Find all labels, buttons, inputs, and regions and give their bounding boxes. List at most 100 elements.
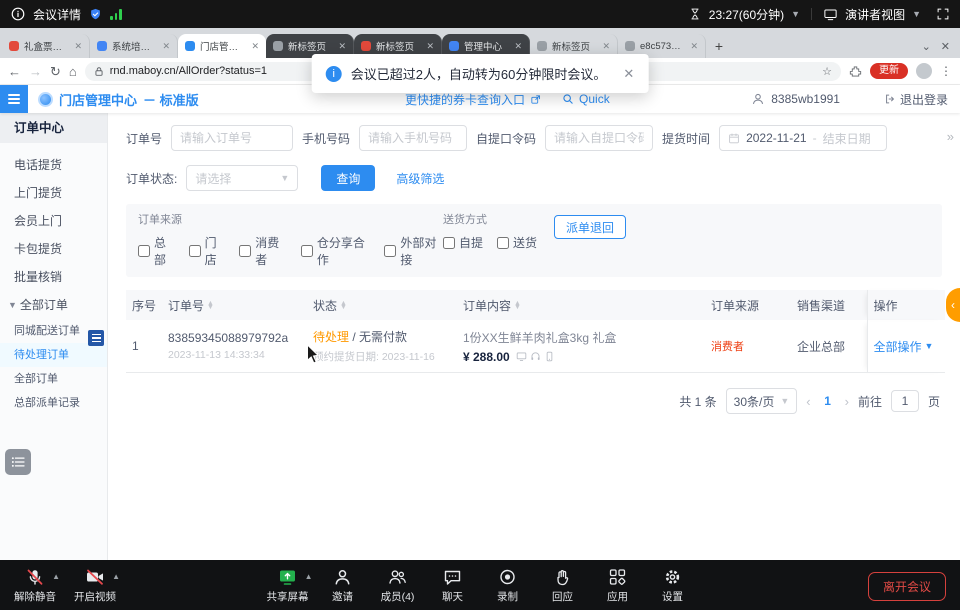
phone-input[interactable] <box>359 125 467 151</box>
view-mode-icon <box>823 7 838 22</box>
extensions-icon[interactable] <box>849 65 862 78</box>
search-button[interactable]: 查询 <box>321 165 375 191</box>
all-actions-dropdown[interactable]: 全部操作▼ <box>874 338 940 355</box>
advanced-filter-link[interactable]: 高级筛选 <box>396 170 444 187</box>
forward-icon[interactable]: → <box>29 65 42 78</box>
checkbox-delivery-deliver[interactable]: 送货 <box>497 234 537 251</box>
start-video-button[interactable]: 开启视频 ▲ <box>70 565 120 604</box>
username[interactable]: 8385wb1991 <box>771 92 840 106</box>
checkbox-source-hq[interactable]: 总部 <box>138 234 175 268</box>
sidebar-item-door-pickup[interactable]: 上门提货 <box>0 179 107 207</box>
browser-profile-avatar[interactable] <box>916 63 932 79</box>
logout-button[interactable]: 退出登录 <box>884 91 948 108</box>
checkbox-source-consumer[interactable]: 消费者 <box>239 234 287 268</box>
sidebar-sub-pending-orders[interactable]: 待处理订单 <box>0 343 107 367</box>
browser-tab[interactable]: 礼盒票券平台管理中心✕ <box>2 34 90 58</box>
share-options-caret-icon[interactable]: ▲ <box>305 572 313 581</box>
date-range-input[interactable]: 2022-11-21 - 结束日期 <box>719 125 887 151</box>
quick-search-link[interactable]: Quick <box>579 92 610 106</box>
col-action: 操作 <box>867 290 945 320</box>
meeting-info-icon[interactable] <box>10 6 26 22</box>
next-page-icon[interactable]: › <box>845 394 849 409</box>
timer-caret-icon[interactable]: ▼ <box>791 9 800 19</box>
sidebar-item-batch-verify[interactable]: 批量核销 <box>0 263 107 291</box>
remark-monitor-icon[interactable] <box>516 351 527 362</box>
tab-close-icon[interactable]: ✕ <box>74 41 82 52</box>
apps-button[interactable]: 应用 <box>593 565 643 604</box>
sidebar-item-member-visit[interactable]: 会员上门 <box>0 207 107 235</box>
chat-button[interactable]: 聊天 <box>428 565 478 604</box>
floating-list-widget[interactable] <box>5 449 31 475</box>
checkbox-source-warehouse-coop[interactable]: 仓分享合作 <box>301 234 371 268</box>
mic-options-caret-icon[interactable]: ▲ <box>52 572 60 581</box>
tab-close-icon[interactable]: ✕ <box>251 41 259 52</box>
browser-tab-active[interactable]: 门店管理中心✕ <box>178 34 266 58</box>
tab-close-icon[interactable]: ✕ <box>162 41 170 52</box>
checkbox-delivery-selfpickup[interactable]: 自提 <box>443 234 483 251</box>
video-options-caret-icon[interactable]: ▲ <box>112 572 120 581</box>
browser-tab[interactable]: 系统培训学习✕ <box>90 34 178 58</box>
sidebar-item-phone-pickup[interactable]: 电话提货 <box>0 151 107 179</box>
cell-source: 消费者 <box>705 320 791 373</box>
table-row[interactable]: 1 83859345088979792a 2023-11-13 14:33:34… <box>126 320 945 373</box>
tab-close-icon[interactable]: ✕ <box>338 41 346 52</box>
sidebar-group-all-orders[interactable]: ▼ 全部订单 <box>0 291 107 319</box>
meeting-detail-label[interactable]: 会议详情 <box>33 6 81 23</box>
invite-button[interactable]: 邀请 <box>318 565 368 604</box>
sort-icon[interactable]: ▲▼ <box>514 302 521 311</box>
share-screen-button[interactable]: 共享屏幕 ▲ <box>263 565 313 604</box>
unmute-button[interactable]: 解除静音 ▲ <box>10 565 60 604</box>
pagination: 共 1 条 30条/页▼ ‹ 1 › 前往 页 <box>126 388 942 414</box>
fullscreen-icon[interactable] <box>936 7 950 21</box>
bookmark-star-icon[interactable]: ☆ <box>822 65 832 78</box>
security-shield-icon[interactable] <box>88 7 103 22</box>
order-status-select[interactable]: 请选择 ▼ <box>186 165 298 191</box>
toast-close-icon[interactable]: ✕ <box>623 66 634 82</box>
back-icon[interactable]: ← <box>8 65 21 78</box>
home-icon[interactable]: ⌂ <box>69 65 77 78</box>
sort-icon[interactable]: ▲▼ <box>340 302 347 311</box>
checkbox-source-store[interactable]: 门店 <box>189 234 226 268</box>
headset-icon[interactable] <box>530 351 541 362</box>
col-order-no[interactable]: 订单号▲▼ <box>162 290 307 320</box>
network-signal-icon[interactable] <box>110 9 122 20</box>
collapse-filters-icon[interactable]: » <box>947 129 954 144</box>
current-page[interactable]: 1 <box>820 394 836 408</box>
sidebar-toggle-button[interactable] <box>0 85 28 113</box>
record-button[interactable]: 录制 <box>483 565 533 604</box>
goto-page-input[interactable] <box>891 390 919 412</box>
app-logo-icon <box>38 92 53 107</box>
col-status[interactable]: 状态▲▼ <box>307 290 457 320</box>
floating-menu-handle[interactable] <box>88 330 104 346</box>
col-content[interactable]: 订单内容▲▼ <box>457 290 705 320</box>
sidebar-sub-hq-dispatch-log[interactable]: 总部派单记录 <box>0 391 107 415</box>
view-mode-label[interactable]: 演讲者视图 <box>845 6 905 23</box>
page-size-select[interactable]: 30条/页▼ <box>726 388 798 414</box>
tab-close-icon[interactable]: ✕ <box>602 41 610 52</box>
sidebar-item-card-pickup[interactable]: 卡包提货 <box>0 235 107 263</box>
tab-close-icon[interactable]: ✕ <box>690 41 698 52</box>
dispatch-return-button[interactable]: 派单退回 <box>554 215 626 239</box>
leave-meeting-button[interactable]: 离开会议 <box>868 572 946 601</box>
tab-close-icon[interactable]: ✕ <box>426 41 434 52</box>
new-tab-button[interactable]: + <box>708 35 730 57</box>
order-no-input[interactable] <box>171 125 293 151</box>
pickup-code-input[interactable] <box>545 125 653 151</box>
tab-favicon <box>9 41 19 51</box>
settings-button[interactable]: 设置 <box>648 565 698 604</box>
sidebar-sub-all-orders[interactable]: 全部订单 <box>0 367 107 391</box>
tab-search-icon[interactable]: ⌄ <box>922 40 931 53</box>
reactions-button[interactable]: 回应 <box>538 565 588 604</box>
browser-update-button[interactable]: 更新 <box>870 63 908 79</box>
view-caret-icon[interactable]: ▼ <box>912 9 921 19</box>
reload-icon[interactable]: ↻ <box>50 65 61 78</box>
sort-icon[interactable]: ▲▼ <box>207 302 214 311</box>
quick-entry-link[interactable]: 更快捷的券卡查询入口 <box>405 91 525 108</box>
checkbox-source-external[interactable]: 外部对接 <box>384 234 443 268</box>
tab-close-icon[interactable]: ✕ <box>514 41 522 52</box>
members-button[interactable]: 成员(4) <box>373 565 423 604</box>
prev-page-icon[interactable]: ‹ <box>806 394 810 409</box>
window-close-icon[interactable]: ✕ <box>941 40 950 53</box>
mobile-icon[interactable] <box>544 351 555 362</box>
browser-menu-icon[interactable]: ⋮ <box>940 64 952 78</box>
